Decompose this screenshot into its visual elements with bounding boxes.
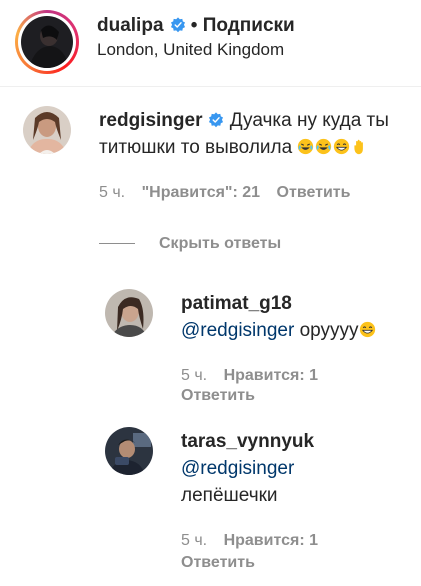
reply-meta: 5 ч. Нравится: 1 [181,366,330,386]
reply-text-line: @redgisinger оруууу [181,317,417,344]
reply-meta: 5 ч. Нравится: 1 [181,531,330,551]
verified-badge-icon [170,17,185,33]
grinning-emoji [334,138,350,155]
reply-text: оруууу [299,320,359,341]
story-ring[interactable] [15,10,79,74]
verified-badge-icon [209,112,224,128]
reply-avatar[interactable] [105,427,153,475]
reply-reply-line: Ответить [181,553,255,573]
laughing-crying-emoji [316,138,332,155]
reply-likes[interactable]: Нравится: 1 [224,532,318,549]
comment-body: redgisinger Дуачка ну куда ты титюшки то… [99,107,417,161]
hide-replies-button[interactable]: Скрыть ответы [159,235,281,253]
comment-meta: 5 ч. "Нравится": 21 Ответить [99,183,350,203]
reply-body: patimat_g18 @redgisinger оруууу [181,290,417,344]
reply-mention[interactable]: @redgisinger [181,455,417,482]
reply-likes[interactable]: Нравится: 1 [224,367,318,384]
hand-emoji [354,139,364,155]
comment-emojis [297,137,369,158]
hide-replies-divider [99,243,135,244]
reply-body: taras_vynnyuk @redgisinger лепёшечки [181,428,417,509]
post-header: dualipa • Подписки London, United Kingdo… [0,0,421,87]
grinning-emoji [359,321,375,338]
laughing-crying-emoji [298,138,314,155]
header-separator: • [190,15,198,36]
comment-reply-button[interactable]: Ответить [277,184,351,201]
header-title: dualipa • Подписки [97,14,295,38]
story-ring-inner [18,13,76,71]
reply-username[interactable]: taras_vynnyuk [181,428,417,455]
reply-reply-button[interactable]: Ответить [181,387,255,404]
follow-button[interactable]: Подписки [203,15,295,36]
comment-likes[interactable]: "Нравится": 21 [142,184,261,201]
reply-reply-line: Ответить [181,386,255,406]
comment-avatar[interactable] [23,106,71,154]
reply-reply-button[interactable]: Ответить [181,554,255,571]
avatar[interactable] [21,16,73,68]
reply-mention[interactable]: @redgisinger [181,320,294,341]
header-username[interactable]: dualipa [97,15,164,36]
reply-time[interactable]: 5 ч. [181,367,207,384]
reply-avatar[interactable] [105,289,153,337]
comment-username[interactable]: redgisinger [99,110,202,131]
reply-username[interactable]: patimat_g18 [181,290,417,317]
reply-text: лепёшечки [181,485,278,506]
reply-time[interactable]: 5 ч. [181,532,207,549]
comment-time[interactable]: 5 ч. [99,184,125,201]
location-link[interactable]: London, United Kingdom [97,39,284,61]
